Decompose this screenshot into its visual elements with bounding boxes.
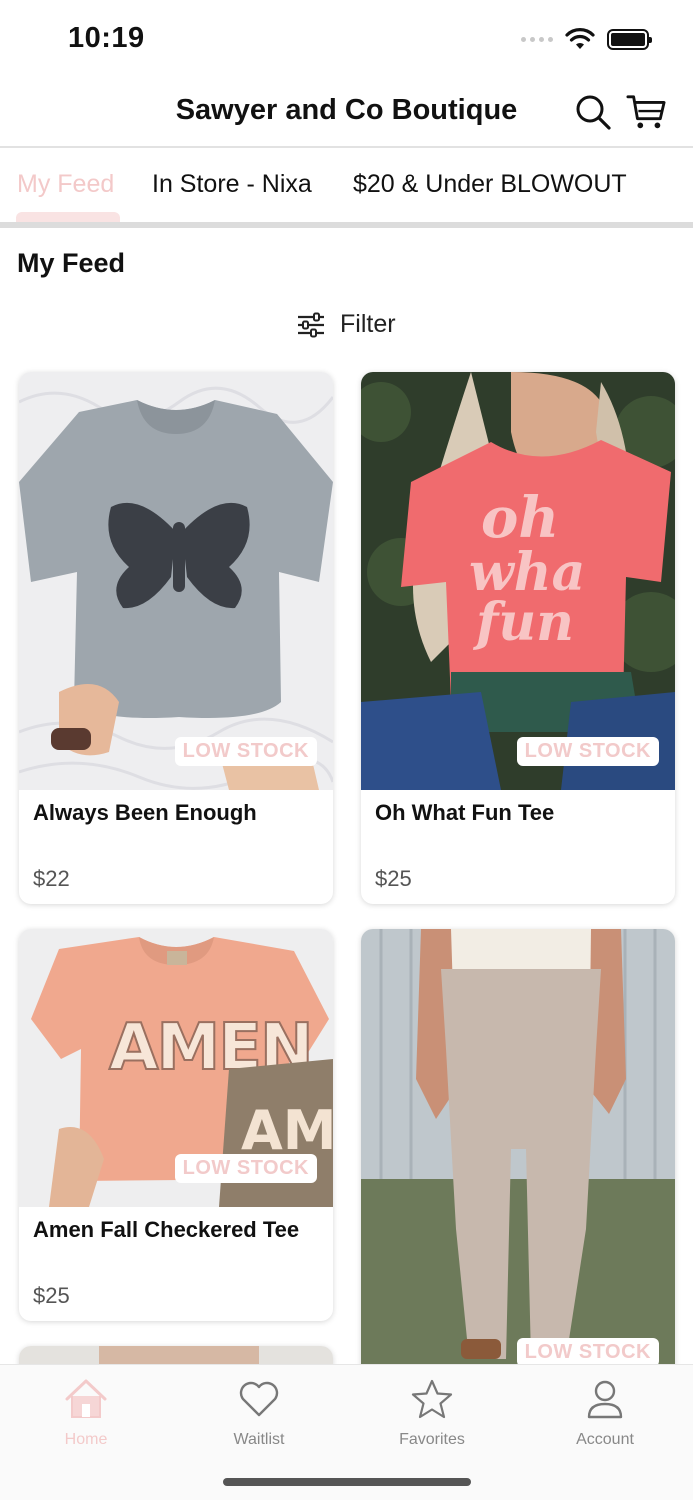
nav-waitlist[interactable]: Waitlist [199,1375,319,1449]
nav-favorites-label: Favorites [399,1431,465,1448]
nav-home[interactable]: Home [26,1375,146,1449]
product-price: $25 [33,1283,70,1308]
signal-icon [521,36,553,42]
tabs-divider [0,222,693,228]
app-header: Sawyer and Co Boutique [0,80,693,148]
low-stock-badge: LOW STOCK [516,1338,659,1367]
product-card[interactable]: AMEN AM LOW STOCK Amen Fall Checkered Te… [19,929,333,1321]
nav-home-label: Home [64,1431,108,1448]
search-button[interactable] [573,92,613,132]
svg-text:fun: fun [472,592,574,653]
sliders-icon [298,312,324,337]
product-name: Amen Fall Checkered Tee [33,1217,300,1242]
product-card[interactable]: LOW STOCK [361,929,675,1389]
product-image: LOW STOCK [361,929,675,1389]
cart-button[interactable] [626,92,666,132]
nav-account-label: Account [576,1431,634,1448]
tabs-fade [623,150,693,222]
active-tab-indicator [16,212,120,222]
wifi-icon [565,28,595,49]
battery-icon [607,28,652,50]
cart-icon [626,95,666,129]
home-icon [65,1379,107,1418]
tab-in-store-nixa[interactable]: In Store - Nixa [152,170,312,199]
heart-icon [239,1381,279,1417]
product-price: $25 [375,866,412,891]
filter-label: Filter [340,310,396,338]
filter-button[interactable]: Filter [296,310,396,339]
category-tabs: My Feed In Store - Nixa $20 & Under BLOW… [0,150,693,222]
star-icon [411,1379,453,1419]
status-bar: 10:19 [0,0,693,80]
product-name: Oh What Fun Tee [375,800,555,825]
section-title: My Feed [17,248,126,278]
product-card[interactable]: LOW STOCK Always Been Enough $22 [19,372,333,904]
product-image: oh wha fun LOW STOCK [361,372,675,790]
tab-20-under-blowout[interactable]: $20 & Under BLOWOUT [353,170,627,199]
product-image: LOW STOCK [19,372,333,790]
home-indicator [223,1478,471,1486]
account-icon [587,1380,623,1419]
status-time: 10:19 [68,22,145,54]
nav-favorites[interactable]: Favorites [372,1375,492,1449]
product-price: $22 [33,866,70,891]
tab-my-feed[interactable]: My Feed [17,170,114,199]
status-icons [521,28,652,50]
product-name: Always Been Enough [33,800,257,825]
product-image: AMEN AM LOW STOCK [19,929,333,1207]
low-stock-badge: LOW STOCK [174,1154,317,1183]
nav-account[interactable]: Account [545,1375,665,1449]
svg-text:AM: AM [241,1099,333,1162]
product-card[interactable]: oh wha fun LOW STOCK Oh What Fun Tee $25 [361,372,675,904]
low-stock-badge: LOW STOCK [174,737,317,766]
nav-waitlist-label: Waitlist [233,1431,285,1448]
low-stock-badge: LOW STOCK [516,737,659,766]
search-icon [576,95,611,130]
